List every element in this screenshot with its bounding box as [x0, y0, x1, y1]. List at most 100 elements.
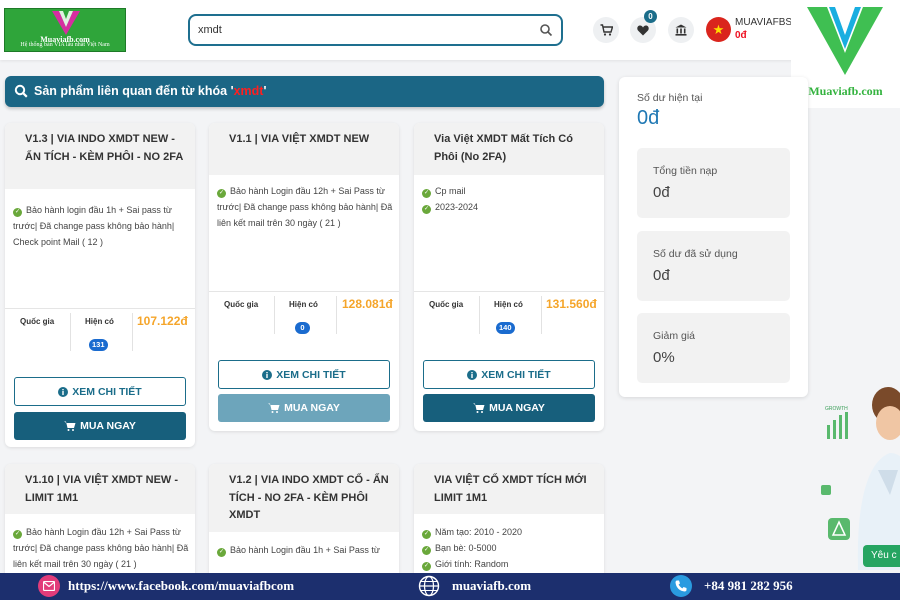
product-card: V1.1 | VIA VIỆT XMDT NEW ✓ Bảo hành Login… — [209, 123, 399, 431]
search-input[interactable] — [198, 21, 528, 39]
check-icon: ✓ — [422, 205, 431, 214]
feature-item: ✓ 2023-2024 — [422, 199, 600, 215]
phone-number[interactable]: +84 981 282 956 — [704, 578, 793, 594]
card-header: V1.3 | VIA INDO XMDT NEW - ẨN TÍCH - KÈM… — [5, 123, 195, 189]
feature-list: ✓ Cp mail ✓ 2023-2024 — [422, 183, 600, 215]
card-header: V1.1 | VIA VIỆT XMDT NEW — [209, 123, 399, 175]
feature-text: Bảo hành Login đầu 1h + Sai Pass từ — [230, 545, 380, 555]
check-icon: ✓ — [217, 189, 226, 198]
brand-v-icon — [807, 7, 883, 75]
buy-label: MUA NGAY — [284, 402, 340, 414]
banner-keyword: xmdt — [233, 84, 264, 98]
product-card: Via Việt XMDT Mất Tích Có Phôi (No 2FA) … — [414, 123, 604, 431]
check-icon: ✓ — [422, 189, 431, 198]
check-icon: ✓ — [422, 530, 431, 539]
feature-text: 2023-2024 — [435, 202, 479, 212]
bank-button[interactable] — [668, 17, 694, 43]
country-label: Quốc gia — [429, 300, 464, 309]
header: Muaviafb.com Hệ thống bán VIA lâu nhất V… — [0, 0, 900, 60]
feature-text: Năm tạo: 2010 - 2020 — [435, 527, 523, 537]
check-icon: ✓ — [13, 208, 22, 217]
feature-text: Giới tính: Random — [435, 559, 509, 569]
check-icon: ✓ — [422, 562, 431, 571]
chat-button[interactable]: Yêu c — [863, 545, 900, 567]
total-deposit-box: Tổng tiền nạp 0đ — [637, 148, 790, 218]
detail-label: XEM CHI TIẾT — [481, 368, 551, 381]
cart-icon — [64, 421, 76, 431]
feature-item: ✓ Bảo hành Login đầu 1h + Sai Pass từ — [217, 542, 395, 558]
logo-v-icon — [52, 11, 80, 35]
buy-now-button[interactable]: MUA NGAY — [14, 412, 186, 440]
cart-icon — [600, 24, 613, 36]
product-price: 107.122đ — [137, 314, 188, 328]
cart-icon — [473, 403, 485, 413]
available-label: Hiện có — [289, 300, 318, 309]
view-detail-button[interactable]: XEM CHI TIẾT — [423, 360, 595, 389]
card-header: VIA VIỆT CỔ XMDT TÍCH MỚI LIMIT 1M1 — [414, 464, 604, 514]
product-title[interactable]: V1.1 | VIA VIỆT XMDT NEW — [229, 131, 389, 149]
card-header: V1.10 | VIA VIỆT XMDT NEW - LIMIT 1M1 — [5, 464, 195, 514]
buy-label: MUA NGAY — [489, 402, 545, 414]
card-header: Via Việt XMDT Mất Tích Có Phôi (No 2FA) — [414, 123, 604, 175]
vietnam-flag-icon[interactable]: ★ — [706, 17, 731, 42]
product-price: 128.081đ — [342, 297, 393, 311]
facebook-link[interactable]: https://www.facebook.com/muaviafbcom — [68, 578, 294, 594]
buy-now-button[interactable]: MUA NGAY — [218, 394, 390, 422]
view-detail-button[interactable]: XEM CHI TIẾT — [218, 360, 390, 389]
info-icon — [262, 369, 273, 380]
product-title[interactable]: V1.2 | VIA INDO XMDT CỔ - ẨN TÍCH - NO 2… — [229, 472, 389, 525]
site-logo[interactable]: Muaviafb.com Hệ thống bán VIA lâu nhất V… — [4, 8, 126, 52]
globe-icon — [418, 575, 440, 597]
phone-icon — [670, 575, 692, 597]
bank-icon — [675, 24, 687, 36]
divider — [541, 296, 542, 334]
product-stats: Quốc gia Hiện có 0 128.081đ — [209, 291, 399, 347]
current-balance-value: 0đ — [637, 107, 660, 129]
feature-text: Bảo hành Login đầu 12h + Sai Pass từ trư… — [13, 527, 189, 569]
website-link[interactable]: muaviafb.com — [452, 578, 531, 594]
discount-box: Giảm giá 0% — [637, 313, 790, 383]
stat-label: Số dư đã sử dụng — [653, 248, 738, 260]
view-detail-button[interactable]: XEM CHI TIẾT — [14, 377, 186, 406]
current-balance-label: Số dư hiện tại — [637, 92, 703, 104]
cart-button[interactable] — [593, 17, 619, 43]
country-label: Quốc gia — [224, 300, 259, 309]
stat-label: Giảm giá — [653, 330, 696, 342]
support-assistant-avatar[interactable]: GROWTH — [818, 385, 900, 570]
product-stats: Quốc gia Hiện có 131 107.122đ — [5, 308, 195, 364]
product-title[interactable]: V1.10 | VIA VIỆT XMDT NEW - LIMIT 1M1 — [25, 472, 185, 507]
product-title[interactable]: Via Việt XMDT Mất Tích Có Phôi (No 2FA) — [434, 131, 594, 166]
divider — [336, 296, 337, 334]
cart-icon — [268, 403, 280, 413]
product-price: 131.560đ — [546, 297, 597, 311]
product-title[interactable]: VIA VIỆT CỔ XMDT TÍCH MỚI LIMIT 1M1 — [434, 472, 594, 507]
search-box — [188, 14, 563, 46]
divider — [70, 313, 71, 351]
stat-value: 0đ — [653, 267, 670, 284]
feature-list: ✓ Bảo hành login đầu 1h + Sai pass từ trư… — [13, 202, 191, 250]
logo-tagline: Hệ thống bán VIA lâu nhất Việt Nam — [20, 42, 110, 48]
stock-badge: 0 — [295, 322, 310, 334]
product-card: V1.2 | VIA INDO XMDT CỔ - ẨN TÍCH - NO 2… — [209, 464, 399, 584]
feature-item: ✓ Bảo hành login đầu 1h + Sai pass từ trư… — [13, 202, 191, 250]
divider — [274, 296, 275, 334]
divider — [132, 313, 133, 351]
feature-text: Bạn bè: 0-5000 — [435, 543, 497, 553]
check-icon: ✓ — [217, 548, 226, 557]
feature-item: ✓ Cp mail — [422, 183, 600, 199]
available-label: Hiện có — [494, 300, 523, 309]
feature-text: Bảo hành login đầu 1h + Sai pass từ trướ… — [13, 205, 175, 247]
country-label: Quốc gia — [20, 317, 55, 326]
stat-value: 0đ — [653, 184, 670, 201]
footer: https://www.facebook.com/muaviafbcom mua… — [0, 573, 900, 600]
username[interactable]: MUAVIAFBSH — [735, 17, 799, 28]
search-icon[interactable] — [539, 23, 553, 37]
product-title[interactable]: V1.3 | VIA INDO XMDT NEW - ẨN TÍCH - KÈM… — [25, 131, 185, 166]
feature-item: ✓ Bạn bè: 0-5000 — [422, 540, 600, 556]
feature-item: ✓ Giới tính: Random — [422, 556, 600, 572]
detail-label: XEM CHI TIẾT — [276, 368, 346, 381]
used-balance-box: Số dư đã sử dụng 0đ — [637, 231, 790, 301]
banner-title: Sản phẩm liên quan đến từ khóa 'xmdt' — [34, 84, 266, 98]
product-card: V1.3 | VIA INDO XMDT NEW - ẨN TÍCH - KÈM… — [5, 123, 195, 447]
buy-now-button[interactable]: MUA NGAY — [423, 394, 595, 422]
